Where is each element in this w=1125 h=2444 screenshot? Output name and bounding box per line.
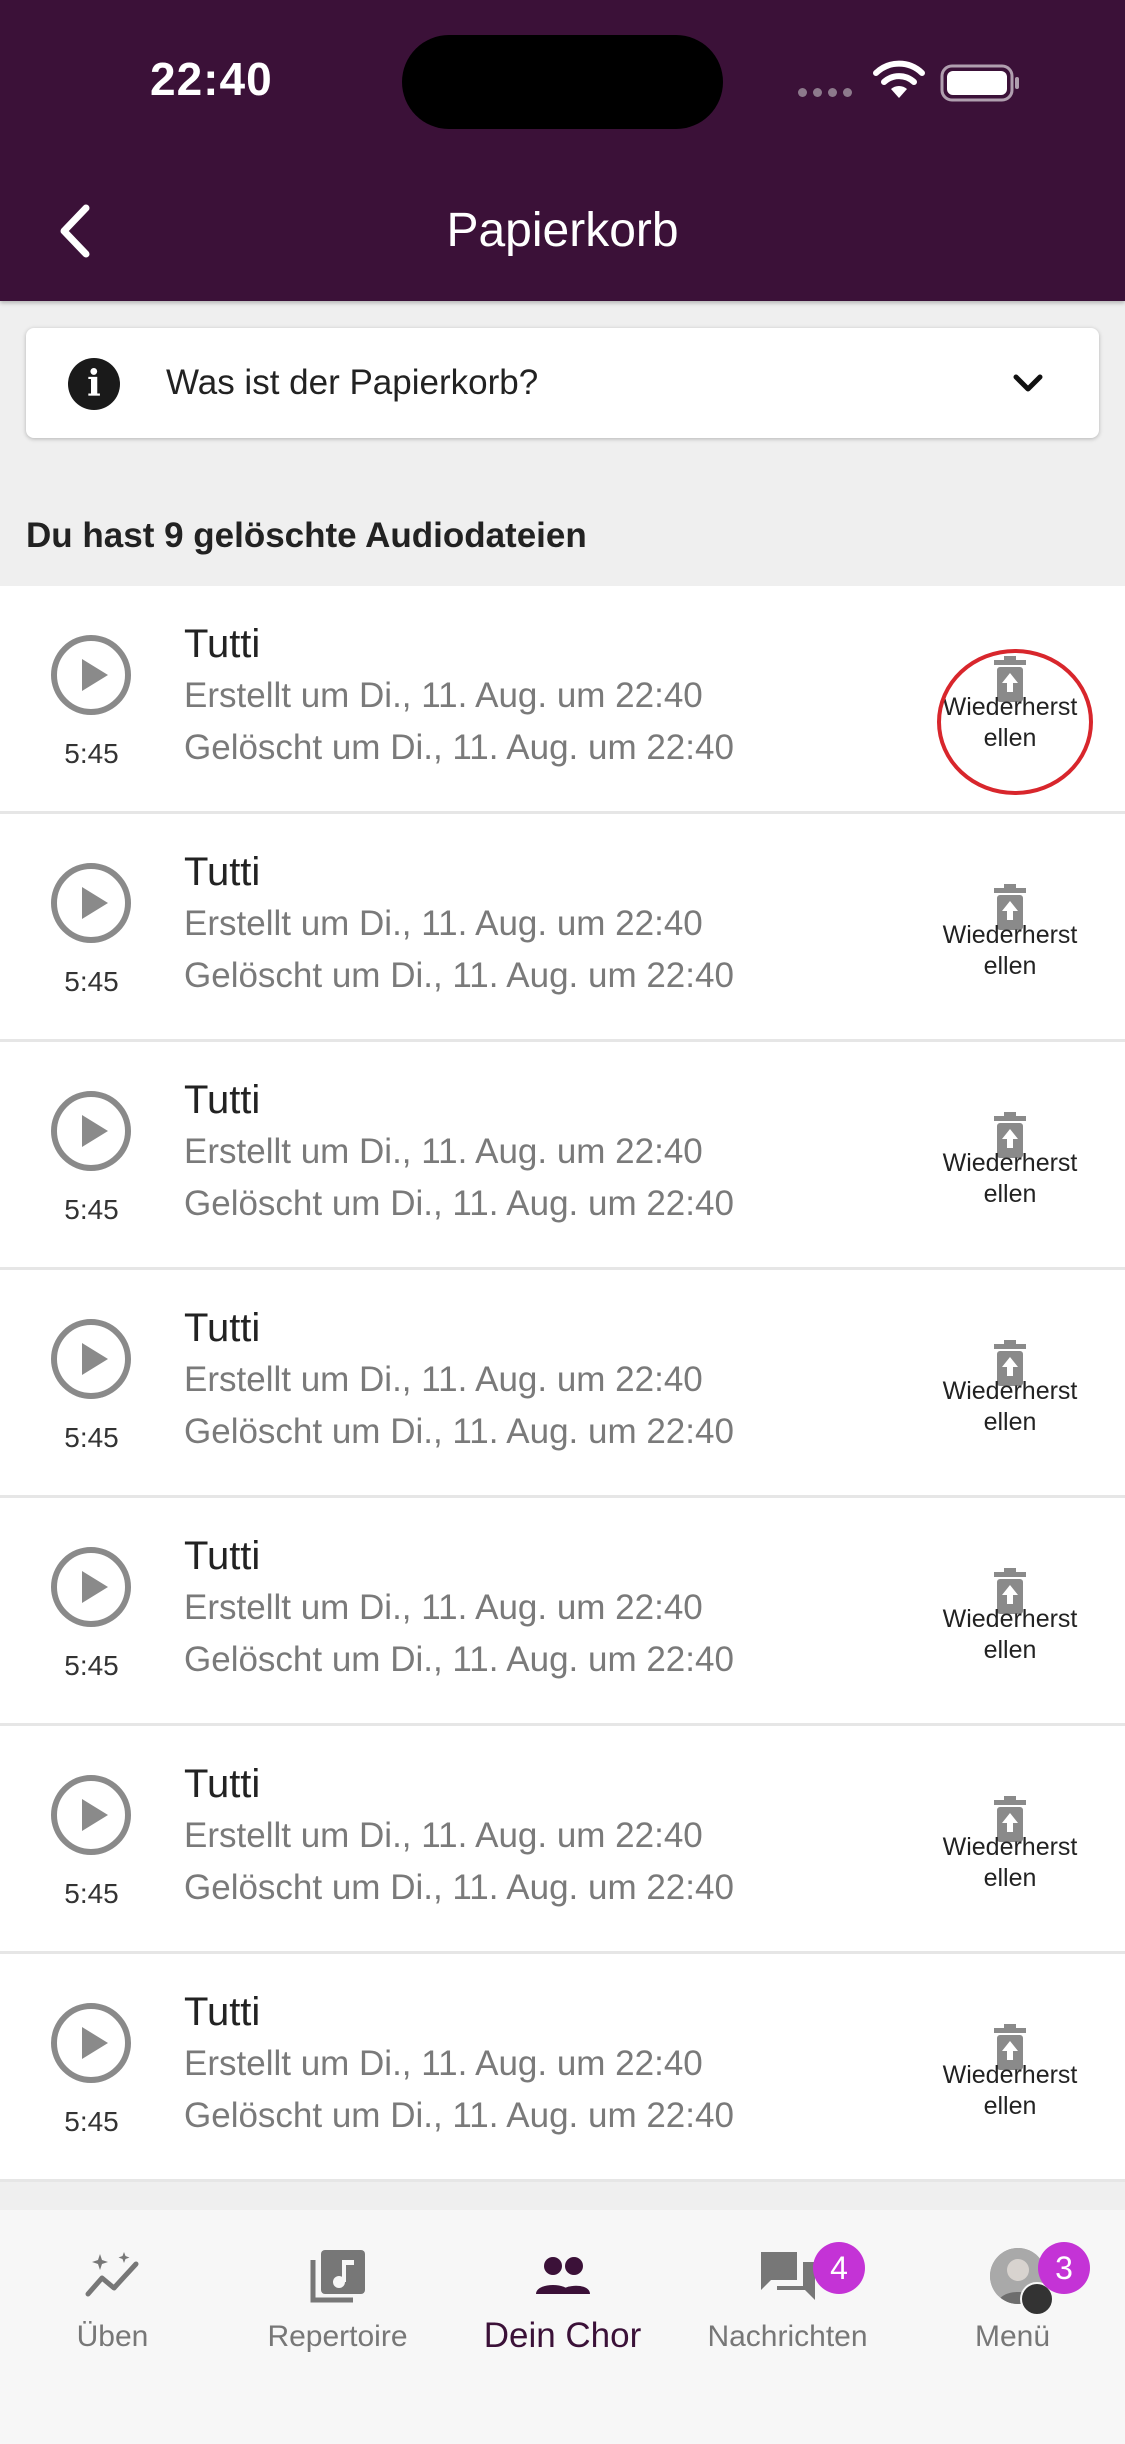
deleted-date: Gelöscht um Di., 11. Aug. um 22:40 bbox=[184, 1640, 734, 1679]
duration: 5:45 bbox=[64, 1650, 119, 1681]
list-item: 5:45 Tutti Erstellt um Di., 11. Aug. um … bbox=[0, 1726, 1125, 1954]
info-icon: i bbox=[68, 358, 120, 410]
item-title: Tutti bbox=[184, 1762, 261, 1806]
restore-label: Wiederherst ellen bbox=[942, 1149, 1078, 1208]
deleted-date: Gelöscht um Di., 11. Aug. um 22:40 bbox=[184, 1184, 734, 1223]
status-time: 22:40 bbox=[150, 53, 273, 105]
item-title: Tutti bbox=[184, 1078, 261, 1122]
created-date: Erstellt um Di., 11. Aug. um 22:40 bbox=[184, 1588, 703, 1627]
play-icon[interactable] bbox=[50, 634, 132, 716]
dynamic-island bbox=[402, 35, 723, 129]
duration: 5:45 bbox=[64, 1422, 119, 1453]
play-icon[interactable] bbox=[50, 1318, 132, 1400]
info-expander[interactable]: i Was ist der Papierkorb? bbox=[26, 328, 1099, 438]
play-icon[interactable] bbox=[50, 2002, 132, 2084]
tab-repertoire[interactable]: Repertoire bbox=[225, 2230, 450, 2370]
tab-dein-chor[interactable]: Dein Chor bbox=[450, 2230, 675, 2370]
play-icon[interactable] bbox=[50, 1090, 132, 1172]
wifi-icon bbox=[873, 60, 925, 98]
list-item: 5:45 Tutti Erstellt um Di., 11. Aug. um … bbox=[0, 1498, 1125, 1726]
created-date: Erstellt um Di., 11. Aug. um 22:40 bbox=[184, 2044, 703, 2083]
duration: 5:45 bbox=[64, 2106, 119, 2137]
item-title: Tutti bbox=[184, 622, 261, 666]
tab-label: Nachrichten bbox=[707, 2320, 868, 2353]
notification-badge: 4 bbox=[813, 2242, 865, 2294]
item-title: Tutti bbox=[184, 850, 261, 894]
created-date: Erstellt um Di., 11. Aug. um 22:40 bbox=[184, 1132, 703, 1171]
page-title: Papierkorb bbox=[446, 204, 679, 257]
list-item: 5:45 Tutti Erstellt um Di., 11. Aug. um … bbox=[0, 1270, 1125, 1498]
created-date: Erstellt um Di., 11. Aug. um 22:40 bbox=[184, 1360, 703, 1399]
duration: 5:45 bbox=[64, 1194, 119, 1225]
sparkle-chart-icon bbox=[85, 2252, 139, 2297]
notification-badge: 3 bbox=[1038, 2242, 1090, 2294]
tab-nachrichten[interactable]: 4 Nachrichten bbox=[675, 2230, 900, 2370]
music-note-icon bbox=[310, 2250, 365, 2303]
duration: 5:45 bbox=[64, 966, 119, 997]
tab-label: Üben bbox=[76, 2320, 149, 2353]
tab-label: Repertoire bbox=[267, 2320, 408, 2353]
deleted-date: Gelöscht um Di., 11. Aug. um 22:40 bbox=[184, 1412, 734, 1451]
duration: 5:45 bbox=[64, 1878, 119, 1909]
item-title: Tutti bbox=[184, 1990, 261, 2034]
battery-icon bbox=[940, 64, 1019, 102]
restore-label: Wiederherst ellen bbox=[942, 921, 1078, 980]
deleted-date: Gelöscht um Di., 11. Aug. um 22:40 bbox=[184, 2096, 734, 2135]
restore-label: Wiederherst ellen bbox=[942, 1605, 1078, 1664]
deleted-date: Gelöscht um Di., 11. Aug. um 22:40 bbox=[184, 728, 734, 767]
app-header: 22:40 Papierkorb bbox=[0, 0, 1125, 301]
restore-label: Wiederherst ellen bbox=[942, 1833, 1078, 1892]
play-icon[interactable] bbox=[50, 862, 132, 944]
restore-button[interactable]: Wiederherst ellen bbox=[930, 2024, 1090, 2124]
list-item: 5:45 Tutti Erstellt um Di., 11. Aug. um … bbox=[0, 586, 1125, 814]
tab-label: Dein Chor bbox=[483, 2316, 642, 2355]
deleted-date: Gelöscht um Di., 11. Aug. um 22:40 bbox=[184, 1868, 734, 1907]
tab-ueben[interactable]: Üben bbox=[0, 2230, 225, 2370]
list-item: 5:45 Tutti Erstellt um Di., 11. Aug. um … bbox=[0, 1042, 1125, 1270]
group-icon bbox=[536, 2257, 590, 2294]
created-date: Erstellt um Di., 11. Aug. um 22:40 bbox=[184, 904, 703, 943]
tab-menu[interactable]: 3 Menü bbox=[900, 2230, 1125, 2370]
play-icon[interactable] bbox=[50, 1546, 132, 1628]
chevron-down-icon bbox=[1013, 374, 1043, 392]
restore-label: Wiederherst ellen bbox=[942, 1377, 1078, 1436]
item-title: Tutti bbox=[184, 1306, 261, 1350]
restore-button[interactable]: Wiederherst ellen bbox=[930, 1112, 1090, 1212]
created-date: Erstellt um Di., 11. Aug. um 22:40 bbox=[184, 676, 703, 715]
list-item: 5:45 Tutti Erstellt um Di., 11. Aug. um … bbox=[0, 814, 1125, 1042]
restore-button[interactable]: Wiederherst ellen bbox=[930, 1340, 1090, 1440]
duration: 5:45 bbox=[64, 738, 119, 769]
deleted-audio-list: 5:45 Tutti Erstellt um Di., 11. Aug. um … bbox=[0, 586, 1125, 2182]
restore-button[interactable]: Wiederherst ellen bbox=[930, 1568, 1090, 1668]
info-label: Was ist der Papierkorb? bbox=[166, 363, 539, 402]
play-icon[interactable] bbox=[50, 1774, 132, 1856]
bottom-navigation: Üben Repertoire Dein Chor 4 Nachrichten bbox=[0, 2210, 1125, 2444]
restore-label: Wiederherst ellen bbox=[942, 2061, 1078, 2120]
list-item: 5:45 Tutti Erstellt um Di., 11. Aug. um … bbox=[0, 1954, 1125, 2182]
tab-label: Menü bbox=[974, 2320, 1051, 2353]
section-title: Du hast 9 gelöschte Audiodateien bbox=[26, 516, 587, 555]
deleted-date: Gelöscht um Di., 11. Aug. um 22:40 bbox=[184, 956, 734, 995]
created-date: Erstellt um Di., 11. Aug. um 22:40 bbox=[184, 1816, 703, 1855]
restore-button[interactable]: Wiederherst ellen bbox=[930, 1796, 1090, 1896]
restore-button[interactable]: Wiederherst ellen bbox=[930, 884, 1090, 984]
chat-icon bbox=[761, 2252, 815, 2300]
highlight-circle bbox=[937, 649, 1093, 795]
item-title: Tutti bbox=[184, 1534, 261, 1578]
signal-icon bbox=[798, 88, 852, 97]
